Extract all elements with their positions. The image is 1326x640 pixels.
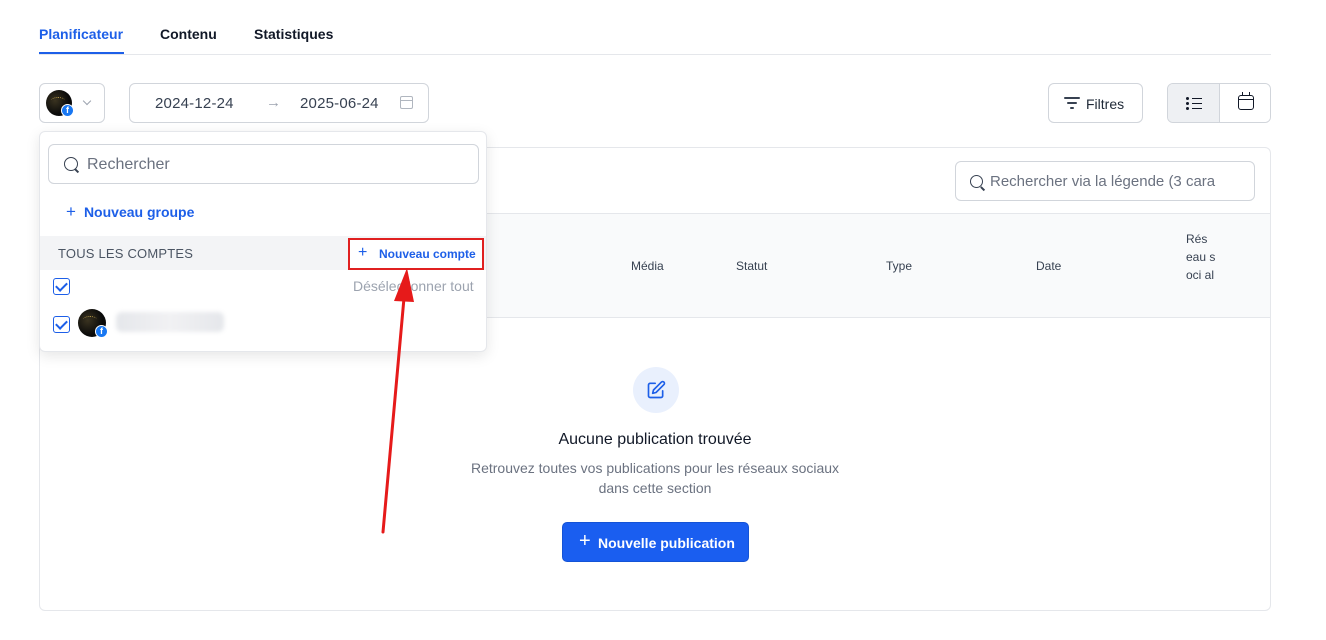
calendar-icon (400, 96, 413, 109)
filters-label: Filtres (1086, 96, 1125, 112)
empty-state-title: Aucune publication trouvée (558, 431, 752, 448)
calendar-view-button[interactable] (1220, 84, 1270, 122)
account-search-placeholder: Rechercher (87, 156, 170, 173)
new-account-label: Nouveau compte (379, 247, 476, 261)
tab-statistiques[interactable]: Statistiques (254, 26, 333, 42)
new-publication-label: Nouvelle publication (598, 535, 735, 551)
new-publication-button[interactable]: + Nouvelle publication (562, 522, 749, 562)
column-media: Média (631, 259, 664, 273)
start-date[interactable]: 2024-12-24 (155, 95, 234, 112)
date-range-picker[interactable]: 2024-12-24 → 2025-06-24 (129, 83, 429, 123)
new-group-label: Nouveau groupe (83, 204, 195, 220)
plus-icon: + (579, 530, 591, 552)
column-network: Rés eau soci al (1186, 230, 1216, 284)
deselect-all-link[interactable]: Désélectionner tout (353, 278, 474, 294)
account-selector[interactable]: f (39, 83, 105, 123)
filter-icon (1064, 97, 1080, 109)
search-icon (64, 157, 78, 171)
account-search-input[interactable]: Rechercher (48, 144, 479, 184)
active-tab-indicator (39, 52, 124, 54)
tab-contenu[interactable]: Contenu (160, 26, 217, 42)
calendar-icon (1238, 92, 1254, 110)
empty-state-description: Retrouvez toutes vos publications pour l… (470, 460, 840, 496)
column-date: Date (1036, 259, 1062, 273)
account-checkbox[interactable] (53, 316, 70, 333)
list-view-button[interactable] (1168, 84, 1220, 122)
select-all-checkbox[interactable] (53, 278, 70, 295)
new-group-button[interactable]: + Nouveau groupe (66, 202, 194, 222)
new-account-button[interactable]: + Nouveau compte (348, 238, 484, 270)
app-root: Planificateur Contenu Statistiques f 202… (0, 0, 1326, 640)
edit-icon (647, 380, 666, 399)
all-accounts-label: TOUS LES COMPTES (58, 246, 194, 261)
end-date[interactable]: 2025-06-24 (300, 95, 379, 112)
facebook-icon: f (61, 104, 74, 117)
account-dropdown: Rechercher + Nouveau groupe TOUS LES COMP… (39, 131, 487, 352)
caption-search-placeholder: Rechercher via la légende (3 cara (990, 173, 1216, 190)
column-status: Statut (736, 259, 768, 273)
filters-button[interactable]: Filtres (1048, 83, 1143, 123)
tab-planificateur[interactable]: Planificateur (39, 26, 123, 42)
facebook-icon: f (95, 325, 108, 338)
caption-search-input[interactable]: Rechercher via la légende (3 cara (955, 161, 1255, 201)
list-icon (1186, 97, 1202, 110)
plus-icon: + (358, 244, 368, 261)
plus-icon: + (66, 202, 76, 221)
account-name-redacted (116, 312, 224, 332)
view-toggle (1167, 83, 1271, 123)
arrow-right-icon: → (266, 94, 281, 111)
tab-bar: Planificateur Contenu Statistiques (39, 22, 1271, 55)
search-icon (970, 175, 983, 188)
empty-state-icon (633, 367, 679, 413)
column-network-label: Rés eau soci al (1186, 232, 1216, 282)
column-type: Type (886, 259, 913, 273)
chevron-down-icon (82, 96, 92, 106)
